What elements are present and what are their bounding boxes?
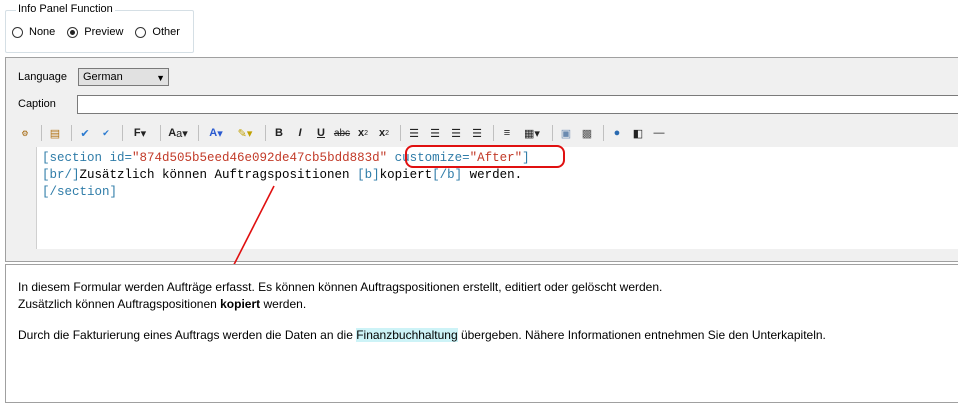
spellcheck-icon[interactable]: ✔ <box>76 124 94 142</box>
info-panel-function-title: Info Panel Function <box>16 3 115 15</box>
table-icon[interactable]: ▦▾ <box>519 124 545 142</box>
radio-other[interactable]: Other <box>135 26 180 38</box>
preview-p3-text-1: Durch die Fakturierung eines Auftrags we… <box>18 328 357 342</box>
radio-none-label[interactable]: None <box>29 26 55 38</box>
font-color-icon[interactable]: A ▾ <box>203 124 229 142</box>
editor-text-1: Zusätzlich können Auftragspositionen <box>79 168 358 182</box>
font-icon[interactable]: F ▾ <box>127 124 153 142</box>
photo-icon[interactable]: ▩ <box>578 124 596 142</box>
annotation-highlight-box <box>405 145 565 168</box>
radio-preview-circle[interactable] <box>67 26 79 38</box>
preview-p2-text-1: Zusätzlich können Auftragspositionen <box>18 297 221 311</box>
b-close-tag: [/b] <box>432 168 463 182</box>
preview-paragraph-1: In diesem Formular werden Aufträge erfas… <box>18 280 663 294</box>
toolbar-divider <box>493 125 494 141</box>
align-center-icon[interactable]: ☰ <box>426 124 444 142</box>
image-icon[interactable]: ▣ <box>557 124 575 142</box>
preview-p3-text-2: übergeben. Nähere Informationen entnehme… <box>457 328 826 342</box>
toolbar-divider <box>552 125 553 141</box>
radio-preview[interactable]: Preview <box>67 26 123 38</box>
chevron-down-icon[interactable]: ▼ <box>156 70 165 86</box>
preview-paragraph-2: Zusätzlich können Auftragspositionen kop… <box>18 296 946 313</box>
toolbar-divider <box>265 125 266 141</box>
toolbar-divider <box>160 125 161 141</box>
toolbar-divider <box>198 125 199 141</box>
strikethrough-icon[interactable]: abc <box>333 124 351 142</box>
preview-panel: In diesem Formular werden Aufträge erfas… <box>5 264 958 403</box>
superscript-icon[interactable]: x2 <box>375 124 393 142</box>
section-close-tag: [/section] <box>42 185 118 199</box>
editor-toolbar: ⚙ ▤ ✔ ✔ F ▾ Aa▾ A ▾ ✎▾ B I U abc x2 x2 ☰ ☰… <box>16 122 671 144</box>
language-select-value: German <box>83 71 123 83</box>
radio-preview-label[interactable]: Preview <box>84 26 123 38</box>
editor-line-3: [/section] <box>42 184 958 201</box>
section-open-tag: [section <box>42 151 110 165</box>
toolbar-divider <box>41 125 42 141</box>
bold-icon[interactable]: B <box>270 124 288 142</box>
preview-p2-bold: kopiert <box>220 297 261 311</box>
editor-bold-text: kopiert <box>379 168 433 182</box>
id-attribute: id= <box>109 151 133 165</box>
toolbar-divider <box>71 125 72 141</box>
br-tag: [br/] <box>42 168 80 182</box>
underline-icon[interactable]: U <box>312 124 330 142</box>
finanzbuchhaltung-link[interactable]: Finanzbuchhaltung <box>356 328 458 342</box>
info-panel-function-group: Info Panel Function None Preview Other <box>5 3 194 53</box>
align-right-icon[interactable]: ☰ <box>447 124 465 142</box>
editor-text-2: werden. <box>462 168 523 182</box>
toolbar-divider <box>603 125 604 141</box>
document-icon[interactable]: ▤ <box>46 124 64 142</box>
language-select[interactable]: German ▼ <box>78 68 169 86</box>
horizontal-rule-icon[interactable]: — <box>650 124 668 142</box>
spellcheck-all-icon[interactable]: ✔ <box>97 124 115 142</box>
align-left-icon[interactable]: ☰ <box>405 124 423 142</box>
toolbar-divider <box>400 125 401 141</box>
b-open-tag: [b] <box>357 168 380 182</box>
font-size-icon[interactable]: Aa▾ <box>165 124 191 142</box>
justify-icon[interactable]: ☰ <box>468 124 486 142</box>
language-label: Language <box>18 71 67 83</box>
caption-label: Caption <box>18 98 56 110</box>
highlight-color-icon[interactable]: ✎▾ <box>232 124 258 142</box>
list-icon[interactable]: ≡ <box>498 124 516 142</box>
radio-none-circle[interactable] <box>12 26 23 38</box>
id-value: "874d505b5eed46e092de47cb5bdd883d" <box>132 151 388 165</box>
italic-icon[interactable]: I <box>291 124 309 142</box>
section-icon[interactable]: ⚙ <box>16 124 34 142</box>
info-panel-options: None Preview Other <box>12 26 190 38</box>
radio-other-circle[interactable] <box>135 26 147 38</box>
preview-p2-text-2: werden. <box>260 297 307 311</box>
caption-input[interactable] <box>77 95 958 114</box>
toolbar-divider <box>122 125 123 141</box>
subscript-icon[interactable]: x2 <box>354 124 372 142</box>
preview-paragraph-3: Durch die Fakturierung eines Auftrags we… <box>18 327 946 344</box>
globe-link-icon[interactable]: ● <box>608 124 626 142</box>
editor-line-2: [br/]Zusätzlich können Auftragspositione… <box>42 167 958 184</box>
radio-other-label[interactable]: Other <box>152 26 180 38</box>
insert-document-icon[interactable]: ◧ <box>629 124 647 142</box>
radio-none[interactable]: None <box>12 26 55 38</box>
